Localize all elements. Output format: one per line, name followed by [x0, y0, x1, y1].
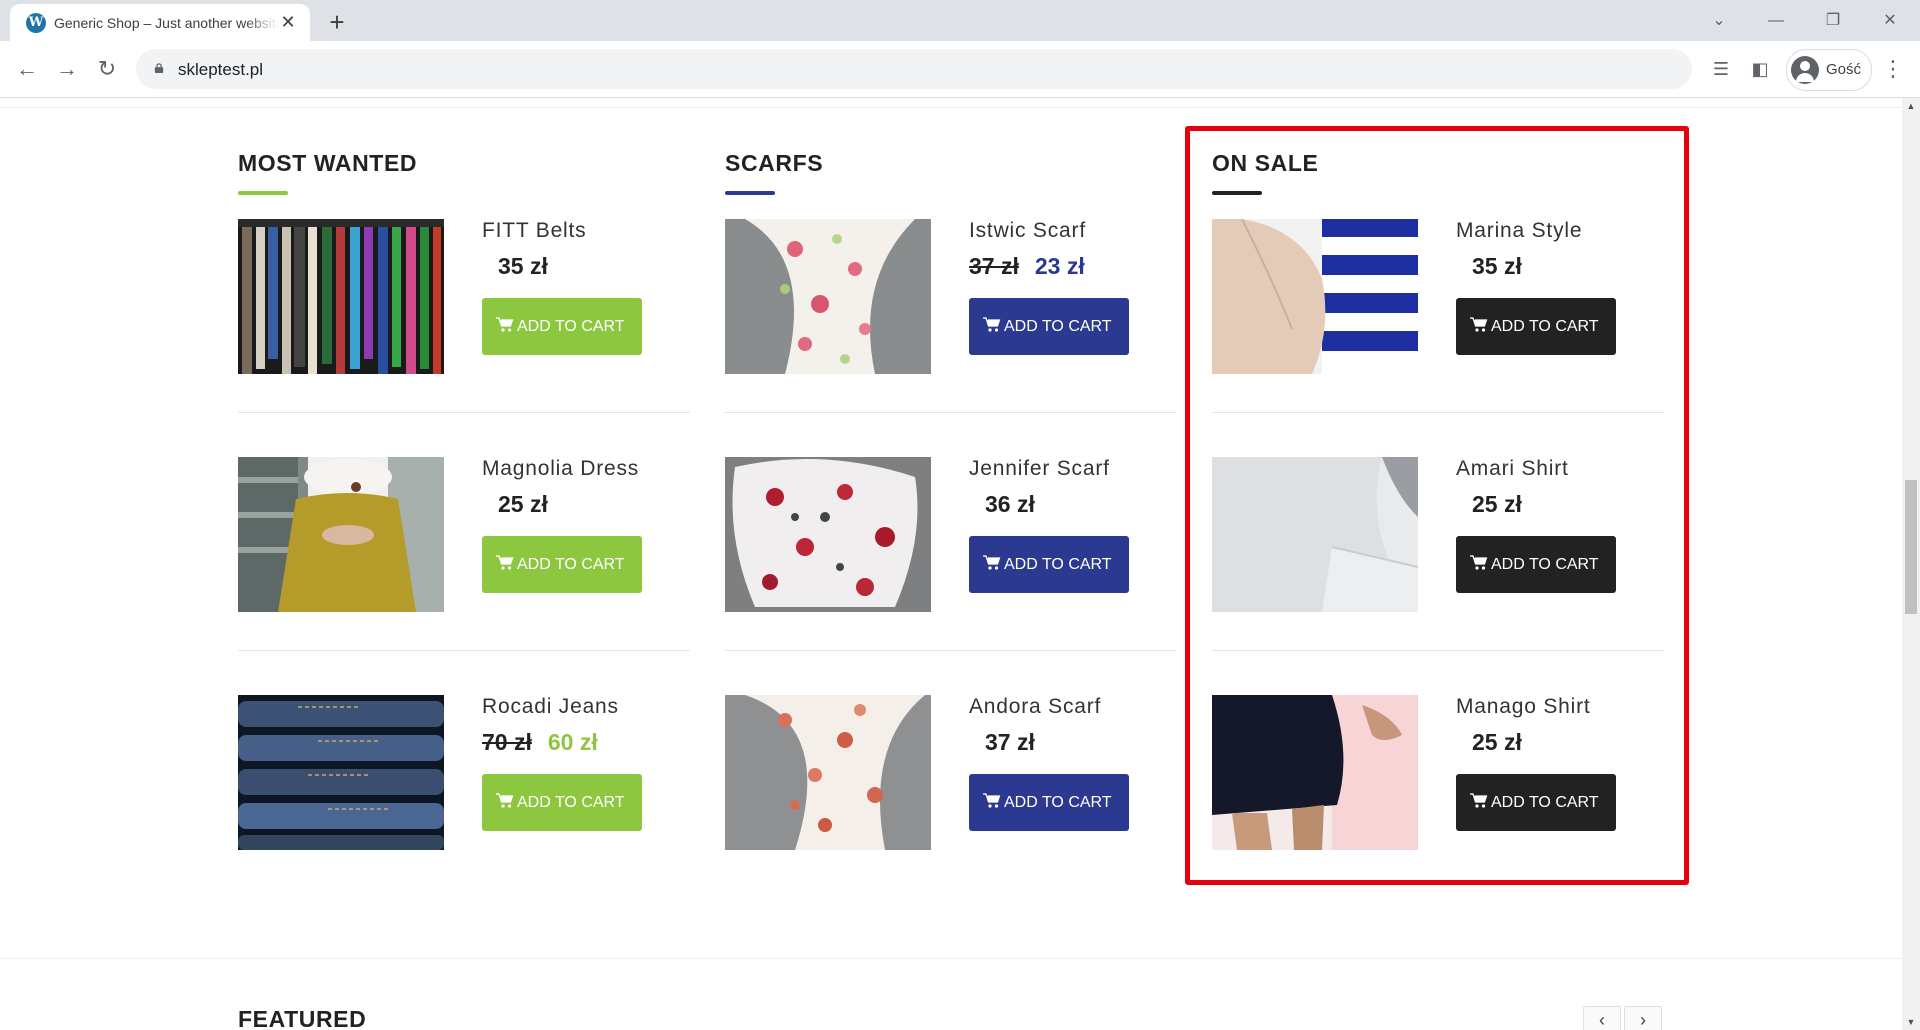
- product-price: 36 zł: [969, 491, 1035, 518]
- button-label: ADD TO CART: [1004, 317, 1112, 335]
- product-card: Jennifer Scarf 36 zł ADD TO CART: [725, 457, 1177, 695]
- product-image-belts[interactable]: [238, 219, 444, 374]
- product-price: 37 zł 23 zł: [969, 253, 1085, 280]
- current-price: 36 zł: [985, 491, 1035, 517]
- product-image-istwic-scarf[interactable]: [725, 219, 931, 374]
- product-image-andora-scarf[interactable]: [725, 695, 931, 850]
- profile-button[interactable]: Gość: [1786, 49, 1872, 91]
- reload-icon[interactable]: ↻: [91, 53, 123, 85]
- product-card: Andora Scarf 37 zł ADD TO CART: [725, 695, 1177, 933]
- media-controls-icon[interactable]: ☰: [1706, 54, 1736, 84]
- product-name[interactable]: Magnolia Dress: [482, 457, 639, 481]
- product-price: 70 zł 60 zł: [482, 729, 598, 756]
- column-title: SCARFS: [725, 150, 824, 176]
- column-title: MOST WANTED: [238, 150, 418, 176]
- title-underline: [725, 191, 775, 195]
- add-to-cart-button[interactable]: ADD TO CART: [482, 298, 642, 355]
- divider: [725, 650, 1177, 651]
- product-name[interactable]: FITT Belts: [482, 219, 586, 243]
- page-content: MOST WANTED FITT Belts 35 zł ADD TO CART…: [0, 98, 1902, 1030]
- browser-tab[interactable]: W Generic Shop – Just another website ✕: [10, 4, 310, 41]
- button-label: ADD TO CART: [517, 793, 625, 811]
- vertical-scrollbar[interactable]: ▲ ▼: [1902, 98, 1920, 1030]
- address-bar[interactable]: skleptest.pl: [136, 49, 1692, 89]
- minimize-icon[interactable]: —: [1756, 6, 1796, 36]
- avatar: [1791, 56, 1819, 84]
- side-panel-icon[interactable]: ◧: [1745, 54, 1775, 84]
- tab-title: Generic Shop – Just another website: [54, 15, 278, 31]
- product-name[interactable]: Andora Scarf: [969, 695, 1101, 719]
- divider: [238, 650, 690, 651]
- shopping-cart-icon: [496, 317, 514, 332]
- divider: [0, 107, 1902, 108]
- carousel-next-button[interactable]: ›: [1624, 1006, 1662, 1030]
- add-to-cart-button[interactable]: ADD TO CART: [969, 298, 1129, 355]
- old-price: 70 zł: [482, 729, 532, 755]
- add-to-cart-button[interactable]: ADD TO CART: [969, 774, 1129, 831]
- wordpress-icon: W: [26, 13, 46, 33]
- forward-icon[interactable]: →: [51, 53, 83, 85]
- product-price: 35 zł: [482, 253, 548, 280]
- product-price: 37 zł: [969, 729, 1035, 756]
- product-image-jeans[interactable]: [238, 695, 444, 850]
- restore-icon[interactable]: ❐: [1813, 6, 1853, 36]
- add-to-cart-button[interactable]: ADD TO CART: [482, 774, 642, 831]
- button-label: ADD TO CART: [1004, 793, 1112, 811]
- product-card: Istwic Scarf 37 zł 23 zł ADD TO CART: [725, 219, 1177, 457]
- scroll-up-icon[interactable]: ▲: [1902, 98, 1920, 114]
- tab-strip: W Generic Shop – Just another website ✕ …: [0, 0, 1920, 41]
- product-name[interactable]: Jennifer Scarf: [969, 457, 1110, 481]
- divider: [725, 412, 1177, 413]
- back-icon[interactable]: ←: [11, 53, 43, 85]
- highlight-box: [1185, 126, 1689, 885]
- product-price: 25 zł: [482, 491, 548, 518]
- browser-toolbar: ← → ↻ skleptest.pl ☰ ◧ Gość ⋮: [0, 41, 1920, 98]
- product-name[interactable]: Rocadi Jeans: [482, 695, 619, 719]
- tab-search-icon[interactable]: ⌄: [1699, 6, 1739, 36]
- url-text: skleptest.pl: [178, 60, 264, 79]
- shopping-cart-icon: [496, 793, 514, 808]
- button-label: ADD TO CART: [517, 555, 625, 573]
- new-tab-button[interactable]: +: [322, 8, 352, 38]
- scroll-down-icon[interactable]: ▼: [1902, 1014, 1920, 1030]
- shopping-cart-icon: [496, 555, 514, 570]
- featured-heading: FEATURED: [238, 1006, 367, 1030]
- product-image-jennifer-scarf[interactable]: [725, 457, 931, 612]
- shopping-cart-icon: [983, 555, 1001, 570]
- button-label: ADD TO CART: [517, 317, 625, 335]
- shopping-cart-icon: [983, 793, 1001, 808]
- scrollbar-thumb[interactable]: [1905, 480, 1917, 614]
- product-card: Magnolia Dress 25 zł ADD TO CART: [238, 457, 690, 695]
- current-price: 23 zł: [1034, 253, 1085, 279]
- close-tab-icon[interactable]: ✕: [278, 12, 298, 32]
- product-card: Rocadi Jeans 70 zł 60 zł ADD TO CART: [238, 695, 690, 933]
- title-underline: [238, 191, 288, 195]
- product-name[interactable]: Istwic Scarf: [969, 219, 1086, 243]
- current-price: 37 zł: [985, 729, 1035, 755]
- product-card: FITT Belts 35 zł ADD TO CART: [238, 219, 690, 457]
- divider: [238, 412, 690, 413]
- add-to-cart-button[interactable]: ADD TO CART: [969, 536, 1129, 593]
- kebab-menu-icon[interactable]: ⋮: [1878, 54, 1908, 84]
- divider: [0, 958, 1902, 959]
- profile-name: Gość: [1826, 61, 1862, 78]
- current-price: 60 zł: [547, 729, 598, 755]
- close-window-icon[interactable]: ✕: [1870, 6, 1910, 36]
- carousel-prev-button[interactable]: ‹: [1583, 1006, 1621, 1030]
- button-label: ADD TO CART: [1004, 555, 1112, 573]
- add-to-cart-button[interactable]: ADD TO CART: [482, 536, 642, 593]
- current-price: 35 zł: [498, 253, 548, 279]
- lock-icon: [154, 63, 164, 73]
- product-image-dress[interactable]: [238, 457, 444, 612]
- current-price: 25 zł: [498, 491, 548, 517]
- old-price: 37 zł: [969, 253, 1019, 279]
- shopping-cart-icon: [983, 317, 1001, 332]
